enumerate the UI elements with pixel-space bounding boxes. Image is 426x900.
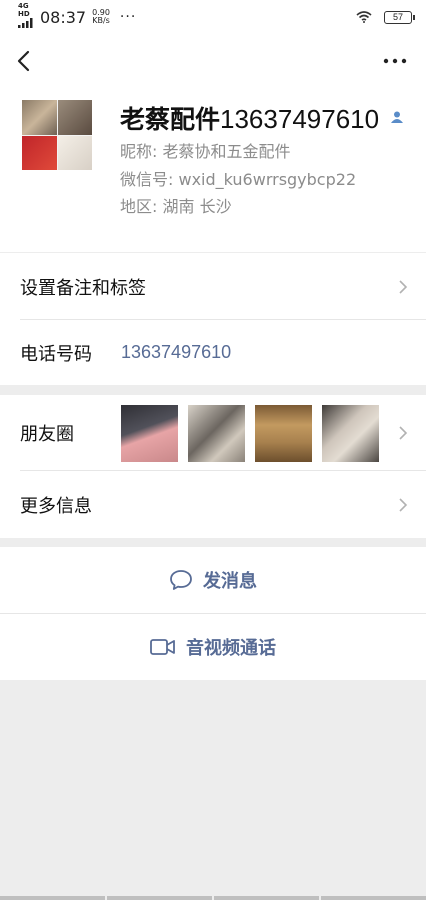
video-camera-icon <box>150 639 175 655</box>
avatar[interactable] <box>22 100 92 170</box>
moments-thumbnail <box>322 405 379 462</box>
send-message-label: 发消息 <box>203 571 257 592</box>
more-info-row[interactable]: 更多信息 <box>0 471 426 538</box>
phone-number-link[interactable]: 13637497610 <box>121 342 231 363</box>
speed-unit: KB/s <box>92 16 110 25</box>
send-message-button[interactable]: 发消息 <box>0 547 426 613</box>
status-bar: 4G HD 08:37 0.90 KB/s ··· 57 <box>0 0 426 34</box>
contact-name: 老蔡配件13637497610 <box>120 100 379 136</box>
network-type: 4G HD <box>18 2 30 18</box>
signal-icon: 4G HD <box>18 2 36 28</box>
moments-thumbnails <box>121 405 379 462</box>
moments-thumbnail <box>188 405 245 462</box>
chevron-right-icon <box>399 279 408 294</box>
chat-bubble-icon <box>170 570 192 590</box>
wechat-id: 微信号: wxid_ku6wrrsgybcp22 <box>120 170 357 189</box>
chevron-left-icon[interactable] <box>10 46 40 76</box>
moments-thumbnail <box>255 405 312 462</box>
chevron-right-icon <box>399 426 408 440</box>
moments-thumbnail <box>121 405 178 462</box>
contact-name-text: 老蔡配件 <box>120 105 221 134</box>
wifi-icon <box>356 11 372 23</box>
video-call-label: 音视频通话 <box>186 638 276 659</box>
profile-card: 老蔡配件13637497610 昵称: 老蔡协和五金配件 微信号: wxid_k… <box>0 88 426 252</box>
contact-name-number: 13637497610 <box>220 104 380 134</box>
nickname: 昵称: 老蔡协和五金配件 <box>120 142 291 161</box>
chevron-right-icon <box>399 497 408 512</box>
remark-tags-row[interactable]: 设置备注和标签 <box>0 253 426 320</box>
phone-label: 电话号码 <box>20 343 92 365</box>
bottom-indicator <box>0 896 426 900</box>
video-call-button[interactable]: 音视频通话 <box>0 614 426 680</box>
moments-row[interactable]: 朋友圈 <box>0 395 426 471</box>
notification-dots: ··· <box>119 9 137 25</box>
more-horizontal-icon[interactable] <box>380 46 410 76</box>
battery-icon: 57 <box>384 10 415 24</box>
more-info-label: 更多信息 <box>20 495 92 517</box>
clock: 08:37 <box>40 7 87 27</box>
nav-bar <box>0 34 426 88</box>
network-speed: 0.90 KB/s <box>92 9 110 25</box>
remark-tags-label: 设置备注和标签 <box>20 277 146 299</box>
region: 地区: 湖南 长沙 <box>120 197 232 216</box>
phone-row: 电话号码 13637497610 <box>0 320 426 385</box>
person-icon <box>391 111 403 123</box>
moments-label: 朋友圈 <box>20 424 74 445</box>
